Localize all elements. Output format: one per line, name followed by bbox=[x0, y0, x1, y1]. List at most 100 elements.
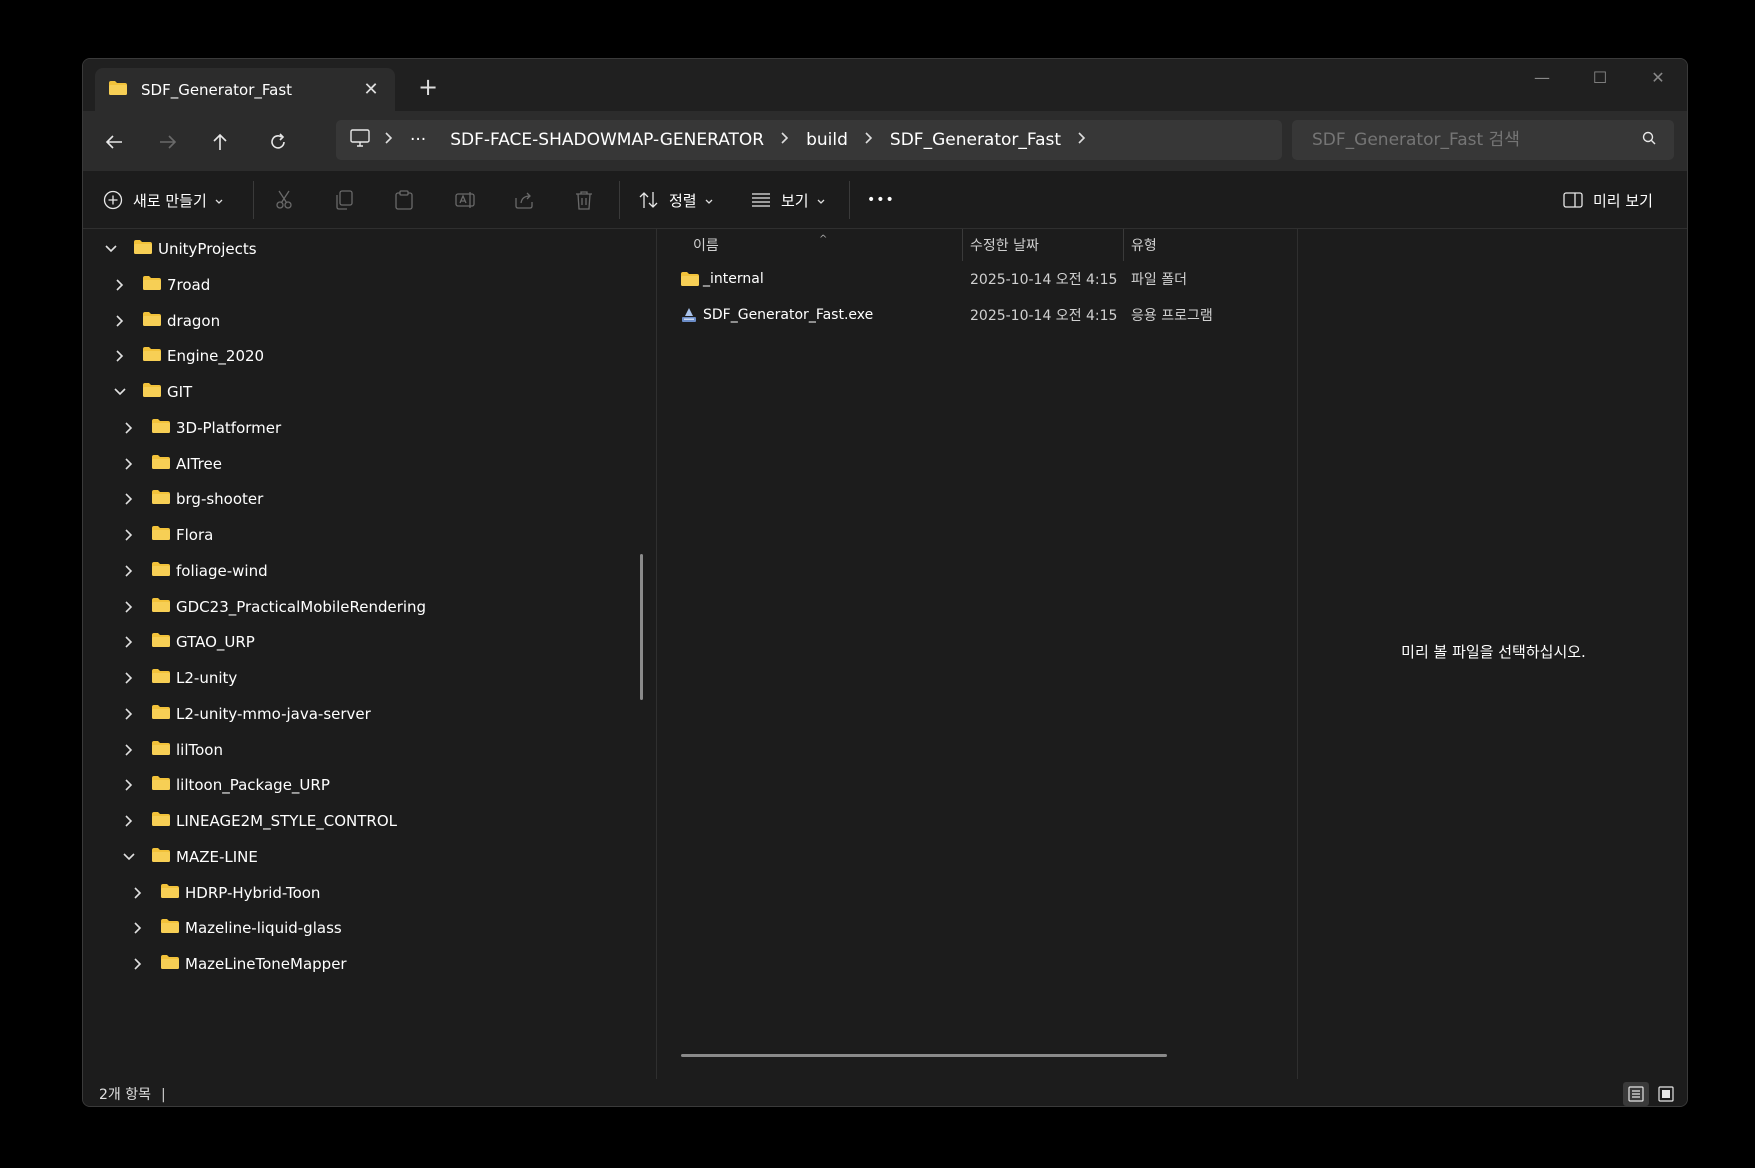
chevron-right-icon[interactable] bbox=[109, 350, 131, 362]
search-input[interactable] bbox=[1310, 129, 1642, 151]
large-icons-view-button[interactable] bbox=[1653, 1082, 1679, 1106]
chevron-right-icon[interactable] bbox=[127, 886, 149, 899]
share-button[interactable] bbox=[515, 183, 535, 217]
sidebar-tree-item[interactable]: MAZE-LINE bbox=[118, 837, 258, 877]
title-bar: SDF_Generator_Fast ✕ + — ☐ ✕ bbox=[83, 59, 1687, 111]
sidebar-tree-item[interactable]: brg-shooter bbox=[118, 479, 263, 519]
chevron-right-icon[interactable] bbox=[118, 815, 140, 827]
chevron-right-icon[interactable] bbox=[780, 132, 790, 148]
breadcrumb-segment[interactable]: SDF_Generator_Fast bbox=[890, 130, 1061, 150]
chevron-right-icon[interactable] bbox=[118, 565, 140, 577]
horizontal-scrollbar[interactable] bbox=[681, 1054, 1167, 1057]
new-tab-button[interactable]: + bbox=[413, 73, 443, 101]
sidebar-tree-item[interactable]: GDC23_PracticalMobileRendering bbox=[118, 587, 426, 627]
sidebar-tree-item[interactable]: MazeLineToneMapper bbox=[127, 944, 347, 984]
chevron-right-icon[interactable] bbox=[118, 743, 140, 756]
sidebar-scrollbar[interactable] bbox=[640, 554, 643, 700]
forward-button[interactable] bbox=[151, 125, 185, 159]
column-header-type[interactable]: 유형 bbox=[1131, 229, 1157, 261]
copy-button[interactable] bbox=[335, 183, 353, 217]
chevron-down-icon bbox=[817, 191, 825, 209]
sidebar-tree-item[interactable]: GIT bbox=[109, 372, 192, 412]
refresh-button[interactable] bbox=[261, 125, 295, 159]
list-view-icon bbox=[752, 193, 770, 207]
chevron-right-icon[interactable] bbox=[118, 422, 140, 434]
chevron-right-icon[interactable] bbox=[118, 708, 140, 720]
view-button[interactable]: 보기 bbox=[751, 183, 825, 217]
tab-sdf-generator-fast[interactable]: SDF_Generator_Fast ✕ bbox=[95, 68, 395, 111]
computer-icon[interactable] bbox=[350, 128, 370, 152]
chevron-right-icon[interactable] bbox=[118, 529, 140, 541]
sidebar-tree-item[interactable]: liltoon_Package_URP bbox=[118, 765, 330, 805]
chevron-right-icon[interactable] bbox=[118, 493, 140, 505]
chevron-right-icon[interactable] bbox=[1077, 132, 1087, 148]
search-box[interactable] bbox=[1292, 120, 1674, 160]
sidebar-tree-item[interactable]: AITree bbox=[118, 444, 222, 484]
sidebar-tree-item[interactable]: Mazeline-liquid-glass bbox=[127, 908, 342, 948]
sidebar-item-label: L2-unity bbox=[176, 669, 238, 687]
sidebar-tree-item[interactable]: L2-unity-mmo-java-server bbox=[118, 694, 371, 734]
sidebar-tree-item[interactable]: foliage-wind bbox=[118, 551, 268, 591]
chevron-right-icon[interactable] bbox=[127, 958, 149, 970]
address-bar[interactable]: ··· SDF-FACE-SHADOWMAP-GENERATOR build S… bbox=[336, 120, 1282, 160]
column-divider[interactable] bbox=[1123, 229, 1124, 261]
sidebar-tree-item[interactable]: 3D-Platformer bbox=[118, 408, 281, 448]
back-button[interactable] bbox=[97, 125, 131, 159]
sidebar-tree-item[interactable]: dragon bbox=[109, 301, 220, 341]
column-header-name[interactable]: 이름 bbox=[693, 229, 719, 261]
more-options-button[interactable]: ••• bbox=[867, 183, 895, 217]
folder-icon bbox=[152, 418, 170, 437]
delete-button[interactable] bbox=[575, 183, 593, 217]
chevron-right-icon[interactable] bbox=[864, 132, 874, 148]
cut-button[interactable] bbox=[275, 183, 293, 217]
breadcrumb-more[interactable]: ··· bbox=[410, 130, 426, 150]
sidebar-tree-item[interactable]: 7road bbox=[109, 265, 210, 305]
sidebar-tree-item[interactable]: UnityProjects bbox=[100, 229, 257, 269]
minimize-button[interactable]: — bbox=[1513, 59, 1571, 95]
up-button[interactable] bbox=[203, 125, 237, 159]
chevron-right-icon[interactable] bbox=[118, 779, 140, 791]
paste-button[interactable] bbox=[395, 183, 413, 217]
details-view-button[interactable] bbox=[1623, 1082, 1649, 1106]
chevron-right-icon[interactable] bbox=[118, 457, 140, 470]
chevron-right-icon[interactable] bbox=[118, 636, 140, 648]
chevron-down-icon[interactable] bbox=[100, 245, 122, 253]
sidebar-tree-item[interactable]: GTAO_URP bbox=[118, 622, 255, 662]
breadcrumb-segment[interactable]: build bbox=[806, 130, 848, 150]
sidebar-tree-item[interactable]: LINEAGE2M_STYLE_CONTROL bbox=[118, 801, 397, 841]
breadcrumb-segment[interactable]: SDF-FACE-SHADOWMAP-GENERATOR bbox=[450, 130, 764, 150]
search-icon[interactable] bbox=[1642, 130, 1656, 150]
close-window-button[interactable]: ✕ bbox=[1629, 59, 1687, 95]
folder-icon bbox=[152, 454, 170, 473]
column-divider[interactable] bbox=[962, 229, 963, 261]
folder-icon bbox=[152, 526, 170, 544]
sort-button[interactable]: 정렬 bbox=[639, 183, 713, 217]
chevron-right-icon[interactable] bbox=[127, 922, 149, 934]
sidebar-tree-item[interactable]: L2-unity bbox=[118, 658, 237, 698]
sidebar-tree-item[interactable]: HDRP-Hybrid-Toon bbox=[127, 873, 320, 913]
sidebar-tree-item[interactable]: lilToon bbox=[118, 730, 223, 770]
maximize-button[interactable]: ☐ bbox=[1571, 59, 1629, 95]
column-header-date[interactable]: 수정한 날짜 bbox=[970, 229, 1039, 261]
file-type: 응용 프로그램 bbox=[1131, 308, 1213, 324]
new-button[interactable]: 새로 만들기 bbox=[103, 183, 223, 217]
folder-icon bbox=[152, 776, 170, 794]
sidebar-tree-item[interactable]: Engine_2020 bbox=[109, 336, 264, 376]
preview-pane-button[interactable]: 미리 보기 bbox=[1563, 183, 1653, 217]
chevron-right-icon[interactable] bbox=[109, 314, 131, 327]
chevron-right-icon[interactable] bbox=[118, 600, 140, 613]
close-tab-icon[interactable]: ✕ bbox=[361, 79, 381, 100]
file-row[interactable]: _internal 2025-10-14 오전 4:15 파일 폴더 bbox=[657, 261, 1297, 297]
file-row[interactable]: SDF_Generator_Fast.exe 2025-10-14 오전 4:1… bbox=[657, 297, 1297, 333]
chevron-right-icon[interactable] bbox=[384, 132, 394, 148]
chevron-down-icon[interactable] bbox=[118, 853, 140, 861]
rename-button[interactable] bbox=[455, 183, 475, 217]
chevron-right-icon[interactable] bbox=[118, 672, 140, 684]
preview-label: 미리 보기 bbox=[1593, 191, 1653, 210]
chevron-down-icon[interactable] bbox=[109, 388, 131, 396]
sidebar-tree-item[interactable]: Flora bbox=[118, 515, 213, 555]
sidebar-item-label: Mazeline-liquid-glass bbox=[185, 919, 342, 938]
window-controls: — ☐ ✕ bbox=[1513, 59, 1687, 99]
details-view-icon bbox=[1628, 1086, 1644, 1102]
chevron-right-icon[interactable] bbox=[109, 279, 131, 291]
